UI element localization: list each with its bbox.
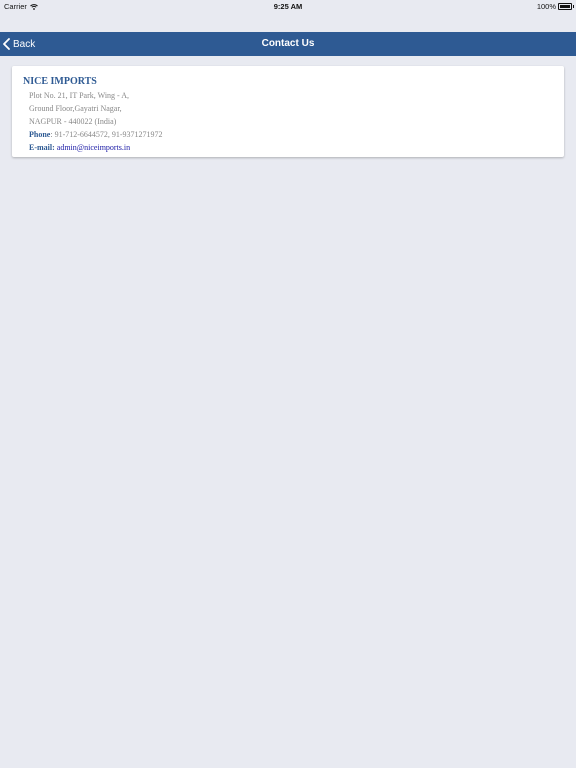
address-line-1: Plot No. 21, IT Park, Wing - A, [29,91,130,100]
navigation-bar: Back Contact Us [0,32,576,56]
address-line-3: NAGPUR - 440022 (India) [29,117,117,126]
battery-icon [558,3,574,10]
phone-row: Phone: 91-712-6644572, 91-9371271972 [29,130,163,139]
chevron-left-icon [3,38,10,50]
battery-percent: 100% [536,2,556,11]
email-label: E-mail: [29,143,55,152]
status-time: 9:25 AM [273,2,303,11]
back-button-label: Back [13,38,36,50]
contact-card: NICE IMPORTS Plot No. 21, IT Park, Wing … [12,66,564,157]
email-row: E-mail: admin@niceimports.in [29,143,130,152]
company-name: NICE IMPORTS [23,76,97,87]
address-line-2: Ground Floor,Gayatri Nagar, [29,104,122,113]
battery-status: 100% [536,2,574,11]
back-button[interactable]: Back [3,32,35,56]
page-title: Contact Us [261,38,315,49]
status-bar: Carrier 9:25 AM 100% [0,0,576,12]
phone-value[interactable]: : 91-712-6644572, 91-9371271972 [50,130,162,139]
phone-label: Phone [29,130,51,139]
email-link[interactable]: admin@niceimports.in [57,143,130,152]
